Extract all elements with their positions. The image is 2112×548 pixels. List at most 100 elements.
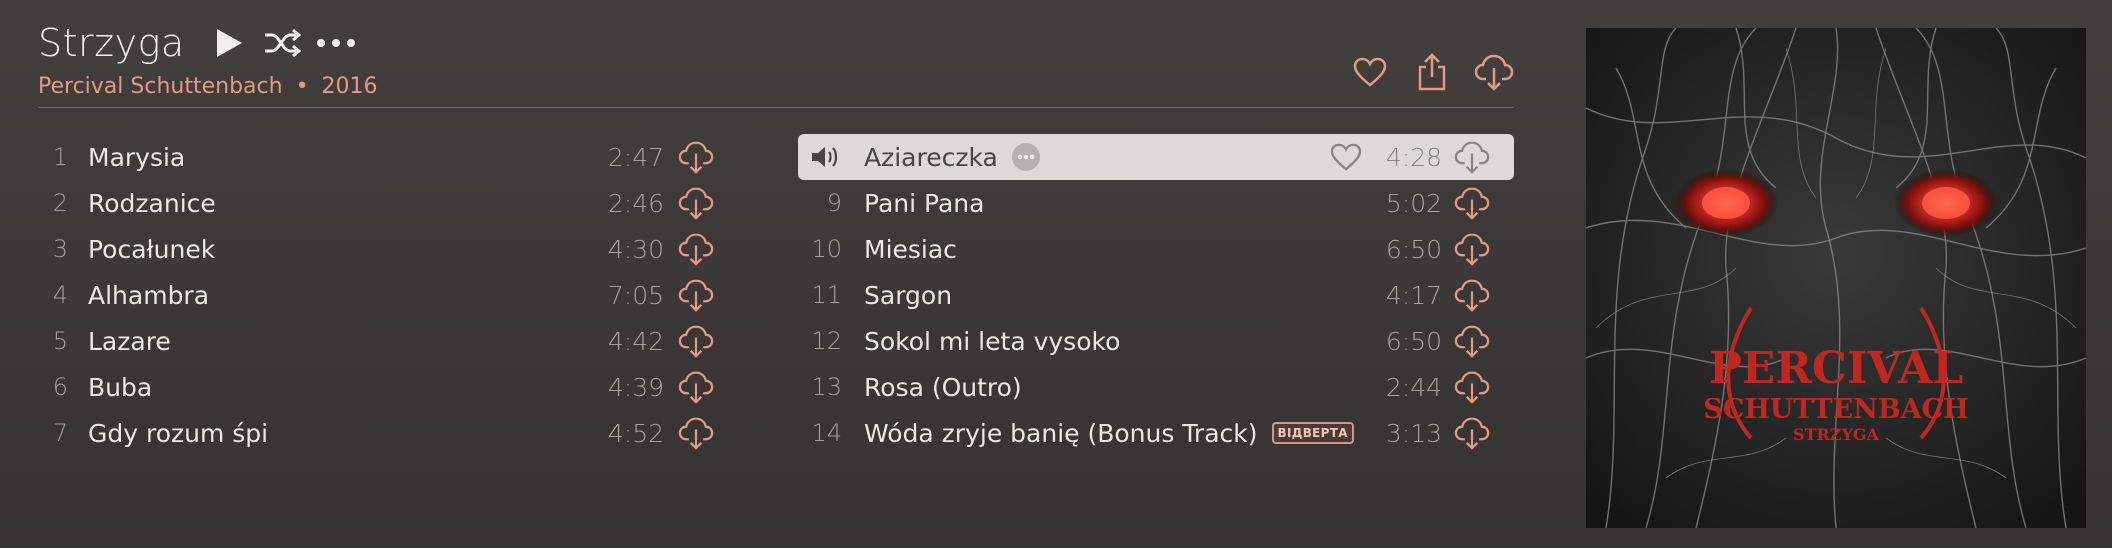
track-duration: 4:39 (607, 372, 664, 402)
track-duration: 2:44 (1385, 372, 1442, 402)
track-name: Lazare (88, 326, 171, 356)
cloud-download-icon (1454, 279, 1490, 312)
track-number: 12 (811, 327, 842, 355)
track-row[interactable]: 9 Pani Pana 5:02 (798, 180, 1514, 226)
track-number: 10 (811, 235, 842, 263)
track-duration: 2:46 (607, 188, 664, 218)
cover-logo-line3: STRZYGA (1793, 425, 1880, 444)
cloud-download-icon (678, 233, 714, 266)
track-name: Buba (88, 372, 153, 402)
play-button[interactable] (211, 23, 247, 63)
track-duration: 4:28 (1385, 142, 1442, 172)
track-row[interactable]: 11 Sargon 4:17 (798, 272, 1514, 318)
download-track-button[interactable] (676, 275, 716, 315)
download-track-button[interactable] (1452, 275, 1492, 315)
track-number: 14 (811, 419, 842, 447)
cloud-download-icon (1454, 187, 1490, 220)
track-row[interactable]: 2 Rodzanice 2:46 (38, 180, 718, 226)
track-name: Aziareczka (864, 142, 998, 172)
track-more-button[interactable] (1011, 143, 1040, 171)
track-duration: 7:05 (607, 280, 664, 310)
download-track-button[interactable] (1452, 321, 1492, 361)
title-row: Strzyga (38, 18, 1514, 68)
track-name: Miesiac (864, 234, 957, 264)
album-cover-art[interactable]: PERCIVAL SCHUTTENBACH STRZYGA (1586, 28, 2086, 528)
more-icon (316, 39, 355, 47)
track-row[interactable]: 12 Sokol mi leta vysoko 6:50 (798, 318, 1514, 364)
track-name: Gdy rozum śpi (88, 418, 269, 448)
track-name: Sargon (864, 280, 953, 310)
track-name: Pani Pana (864, 188, 985, 218)
track-row[interactable]: 1 Marysia 2:47 (38, 134, 718, 180)
track-number: 1 (52, 143, 68, 171)
track-row[interactable]: 6 Buba 4:39 (38, 364, 718, 410)
track-row-now-playing[interactable]: Aziareczka 4:28 (798, 134, 1514, 180)
album-actions (1350, 50, 1514, 94)
download-track-button[interactable] (676, 413, 716, 453)
cloud-download-icon (678, 417, 714, 450)
more-button[interactable] (315, 23, 357, 63)
cover-logo-line1: PERCIVAL (1709, 343, 1964, 394)
cloud-download-icon (678, 279, 714, 312)
share-icon (1418, 53, 1446, 91)
track-duration: 3:13 (1385, 418, 1442, 448)
download-track-button[interactable] (1452, 183, 1492, 223)
track-duration: 5:02 (1385, 188, 1442, 218)
shuffle-button[interactable] (261, 23, 303, 63)
track-number: 5 (52, 327, 68, 355)
speaker-icon (798, 144, 842, 170)
album-subtitle: Percival Schuttenbach • 2016 (38, 74, 1514, 99)
download-track-button[interactable] (676, 367, 716, 407)
more-icon (1017, 154, 1035, 160)
track-row[interactable]: 10 Miesiac 6:50 (798, 226, 1514, 272)
download-track-button[interactable] (676, 137, 716, 177)
shuffle-icon (264, 29, 301, 57)
love-track-button[interactable] (1328, 139, 1364, 175)
cover-artwork: PERCIVAL SCHUTTENBACH STRZYGA (1586, 28, 2086, 528)
track-number: 6 (52, 373, 68, 401)
track-duration: 2:47 (607, 142, 664, 172)
download-track-button[interactable] (1452, 229, 1492, 269)
track-duration: 6:50 (1385, 326, 1442, 356)
track-row[interactable]: 5 Lazare 4:42 (38, 318, 718, 364)
track-row[interactable]: 4 Alhambra 7:05 (38, 272, 718, 318)
track-number: 4 (52, 281, 68, 309)
download-track-button[interactable] (1452, 137, 1492, 177)
track-list-right: Aziareczka 4:28 9 Pani Pana 5:02 10 Mies… (798, 134, 1514, 456)
cloud-download-icon (678, 141, 714, 174)
track-name: Rosa (Outro) (864, 372, 1022, 402)
cover-logo-line2: SCHUTTENBACH (1703, 394, 1968, 425)
cloud-download-icon (1474, 54, 1514, 91)
track-number: 11 (811, 281, 842, 309)
track-name: Alhambra (88, 280, 210, 310)
album-title: Strzyga (38, 21, 185, 65)
track-duration: 4:17 (1385, 280, 1442, 310)
download-track-button[interactable] (676, 229, 716, 269)
track-number: 13 (811, 373, 842, 401)
track-row[interactable]: 3 Pocałunek 4:30 (38, 226, 718, 272)
track-number: 2 (52, 189, 68, 217)
download-track-button[interactable] (676, 183, 716, 223)
share-button[interactable] (1412, 50, 1452, 94)
download-album-button[interactable] (1474, 50, 1514, 94)
track-row[interactable]: 7 Gdy rozum śpi 4:52 (38, 410, 718, 456)
download-track-button[interactable] (1452, 367, 1492, 407)
track-number: 9 (826, 189, 842, 217)
separator-dot: • (295, 74, 309, 99)
track-name: Wóda zryje banię (Bonus Track) (864, 418, 1258, 448)
track-row[interactable]: 14 Wóda zryje banię (Bonus Track) ВІДВЕР… (798, 410, 1514, 456)
album-header: Strzyga Percival Schuttenbach • 2016 (38, 18, 1514, 108)
heart-icon (1330, 143, 1362, 171)
artist-link[interactable]: Percival Schuttenbach (38, 74, 283, 99)
cloud-download-icon (678, 325, 714, 358)
cloud-download-icon (1454, 233, 1490, 266)
love-album-button[interactable] (1350, 50, 1390, 94)
track-number: 7 (52, 419, 68, 447)
track-name: Marysia (88, 142, 186, 172)
track-duration: 4:30 (607, 234, 664, 264)
track-number: 3 (52, 235, 68, 263)
download-track-button[interactable] (1452, 413, 1492, 453)
cloud-download-icon (678, 187, 714, 220)
download-track-button[interactable] (676, 321, 716, 361)
track-row[interactable]: 13 Rosa (Outro) 2:44 (798, 364, 1514, 410)
